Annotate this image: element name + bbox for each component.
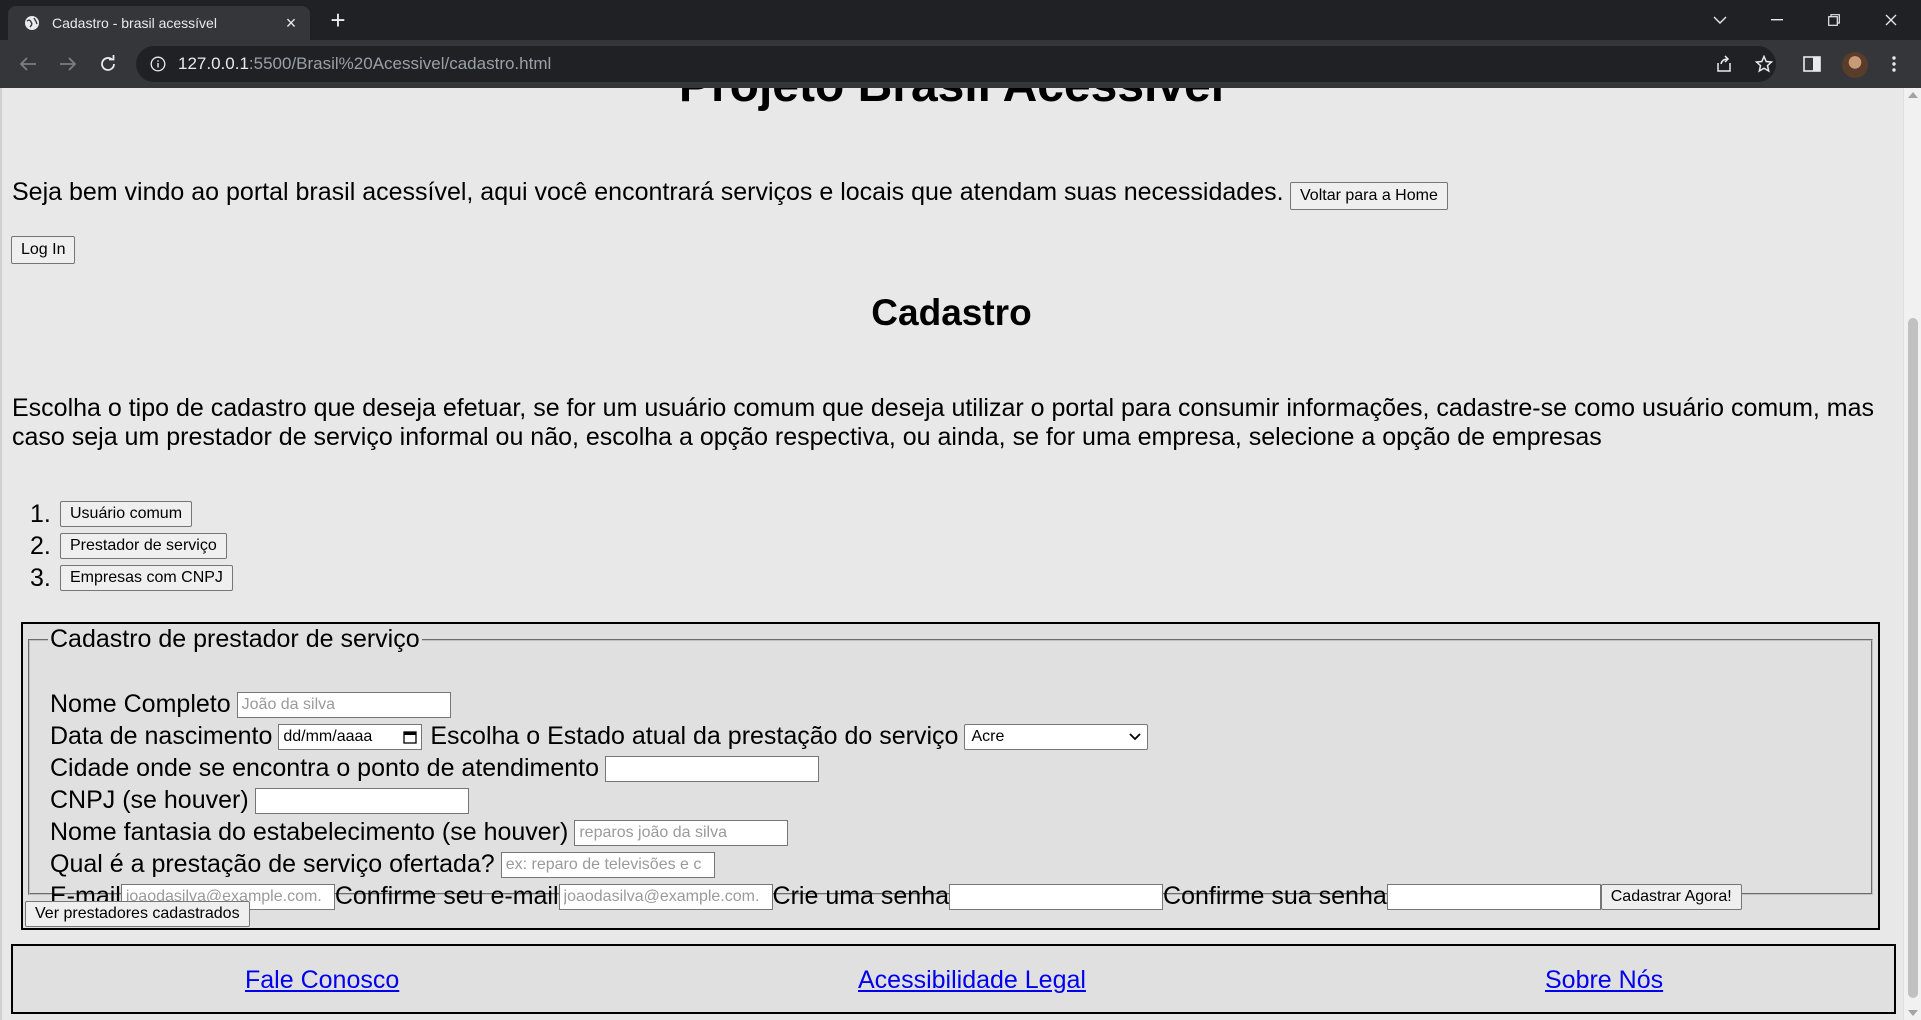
welcome-text: Seja bem vindo ao portal brasil acessíve… [12,178,1284,206]
list-item: 2. Prestador de serviço [30,530,233,562]
confirm-password-label: Confirme sua senha [1163,882,1387,910]
city-label: Cidade onde se encontra o ponto de atend… [50,754,600,782]
service-label: Qual é a prestação de serviço ofertada? [50,850,495,878]
bookmark-star-icon[interactable] [1752,52,1776,76]
accessibility-link[interactable]: Acessibilidade Legal [858,966,1086,995]
date-format-text: dd/mm/aaaa [283,727,373,745]
list-item: 1. Usuário comum [30,498,233,530]
browser-tab-bar: Cadastro - brasil acessível × + [0,0,1921,40]
list-number: 3. [30,563,51,592]
fantasy-row: Nome fantasia do estabelecimento (se hou… [50,818,789,847]
minimize-icon[interactable] [1747,0,1807,40]
page-scrollbar[interactable] [1903,88,1921,1020]
list-item: 3. Empresas com CNPJ [30,562,233,594]
confirm-email-input[interactable] [558,883,773,910]
service-provider-button[interactable]: Prestador de serviço [60,533,227,559]
chevron-down-icon [1129,732,1142,740]
confirm-password-input[interactable] [1386,883,1601,910]
registration-type-list: 1. Usuário comum 2. Prestador de serviço… [30,498,233,594]
view-providers-button[interactable]: Ver prestadores cadastrados [25,901,250,927]
scrollbar-thumb[interactable] [1908,318,1918,998]
menu-dots-icon[interactable] [1882,52,1906,76]
login-button[interactable]: Log In [11,236,76,264]
scroll-down-icon[interactable] [1908,1010,1918,1016]
side-panel-icon[interactable] [1800,52,1824,76]
page-viewport: Projeto Brasil Acessível Seja bem vindo … [0,88,1903,1020]
fantasy-label: Nome fantasia do estabelecimento (se hou… [50,818,569,846]
profile-avatar[interactable] [1842,52,1868,78]
home-button[interactable]: Voltar para a Home [1290,182,1448,210]
page-left-border [0,88,2,1020]
submit-button[interactable]: Cadastrar Agora! [1600,883,1742,910]
city-input[interactable] [605,755,820,782]
state-select[interactable]: Acre [964,723,1149,750]
birth-state-row: Data de nascimento dd/mm/aaaa Escolha o … [50,722,1149,751]
close-window-icon[interactable] [1861,0,1921,40]
project-title: Projeto Brasil Acessível [0,88,1903,113]
name-row: Nome Completo [50,690,451,719]
service-input[interactable] [500,851,715,878]
birth-date-input[interactable]: dd/mm/aaaa [278,723,423,750]
credentials-row: E-mail Confirme seu e-mail Crie uma senh… [50,882,1742,911]
restore-icon[interactable] [1804,0,1864,40]
password-label: Crie uma senha [772,882,950,910]
name-input[interactable] [236,691,451,718]
confirm-email-label: Confirme seu e-mail [334,882,559,910]
share-icon[interactable] [1712,52,1736,76]
browser-toolbar: 127.0.0.1:5500/Brasil%20Acessivel/cadast… [0,40,1921,88]
scroll-up-icon[interactable] [1908,92,1918,98]
state-selected-value: Acre [971,727,1005,745]
cnpj-row: CNPJ (se houver) [50,786,469,815]
provider-fieldset: Cadastro de prestador de serviço Nome Co… [28,625,1873,910]
intro-text: Escolha o tipo de cadastro que deseja ef… [12,394,1875,451]
state-label: Escolha o Estado atual da prestação do s… [430,722,959,750]
list-number: 1. [30,499,51,528]
password-input[interactable] [949,883,1164,910]
url-path: :5500/Brasil%20Acessivel/cadastro.html [248,54,552,73]
back-arrow-icon[interactable] [16,52,40,76]
url-host: 127.0.0.1 [178,54,249,73]
provider-form-container: Cadastro de prestador de serviço Nome Co… [21,622,1880,930]
browser-tab[interactable]: Cadastro - brasil acessível × [8,6,310,40]
list-number: 2. [30,531,51,560]
footer: Fale Conosco Acessibilidade Legal Sobre … [11,944,1896,1014]
reload-icon[interactable] [96,52,120,76]
section-title: Cadastro [871,292,1032,333]
close-tab-icon[interactable]: × [282,13,300,33]
cnpj-input[interactable] [254,787,469,814]
cnpj-label: CNPJ (se houver) [50,786,249,814]
name-label: Nome Completo [50,690,231,718]
forward-arrow-icon[interactable] [56,52,80,76]
contact-link[interactable]: Fale Conosco [245,966,399,995]
tab-title: Cadastro - brasil acessível [52,15,217,31]
birth-label: Data de nascimento [50,722,273,750]
company-cnpj-button[interactable]: Empresas com CNPJ [60,565,233,591]
new-tab-icon[interactable]: + [325,7,351,34]
fantasy-input[interactable] [574,819,789,846]
url-text: 127.0.0.1:5500/Brasil%20Acessivel/cadast… [178,54,551,74]
service-row: Qual é a prestação de serviço ofertada? [50,850,715,879]
calendar-icon[interactable] [403,730,418,744]
address-bar[interactable]: 127.0.0.1:5500/Brasil%20Acessivel/cadast… [136,46,1776,82]
city-row: Cidade onde se encontra o ponto de atend… [50,754,820,783]
fieldset-legend: Cadastro de prestador de serviço [50,625,420,653]
about-link[interactable]: Sobre Nós [1545,966,1663,995]
common-user-button[interactable]: Usuário comum [60,501,193,527]
info-icon[interactable] [150,56,166,72]
globe-icon [25,16,39,30]
chevron-down-icon[interactable] [1690,0,1750,40]
